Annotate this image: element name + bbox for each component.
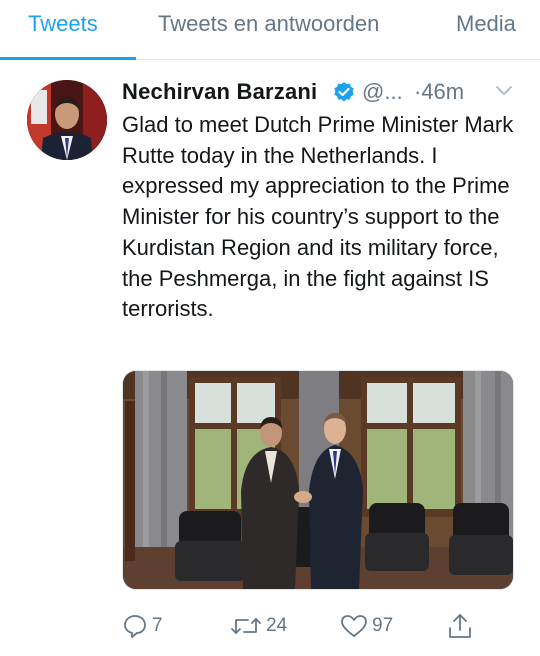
tab-media[interactable]: Media bbox=[456, 11, 516, 37]
chevron-down-icon[interactable] bbox=[495, 84, 513, 98]
tweet-header: Nechirvan Barzani @... ·46m bbox=[122, 78, 522, 108]
tab-tweets-and-replies[interactable]: Tweets en antwoorden bbox=[158, 11, 379, 37]
avatar-image bbox=[27, 80, 107, 160]
retweet-button[interactable]: 24 bbox=[230, 612, 287, 640]
profile-tabs: Tweets Tweets en antwoorden Media bbox=[0, 0, 540, 60]
like-count: 97 bbox=[372, 615, 394, 636]
retweet-icon bbox=[231, 618, 261, 634]
retweet-count: 24 bbox=[266, 615, 288, 636]
share-button[interactable] bbox=[446, 612, 474, 640]
author-name[interactable]: Nechirvan Barzani bbox=[122, 78, 317, 106]
avatar[interactable] bbox=[27, 80, 107, 160]
tab-tweets[interactable]: Tweets bbox=[28, 11, 98, 37]
share-icon bbox=[449, 614, 471, 638]
tweet-timestamp[interactable]: ·46m bbox=[414, 78, 464, 106]
reply-count: 7 bbox=[152, 615, 163, 636]
verified-badge-icon bbox=[334, 82, 354, 102]
tweet-text: Glad to meet Dutch Prime Minister Mark R… bbox=[122, 112, 514, 322]
like-icon bbox=[341, 615, 367, 637]
reply-icon bbox=[124, 615, 146, 638]
reply-button[interactable]: 7 bbox=[122, 612, 163, 640]
active-tab-indicator bbox=[0, 57, 136, 60]
author-handle[interactable]: @... bbox=[362, 78, 403, 106]
photo-image bbox=[123, 371, 513, 589]
tweet-photo[interactable] bbox=[122, 370, 514, 590]
like-button[interactable]: 97 bbox=[340, 612, 393, 640]
tweet-actions: 7 24 97 bbox=[122, 612, 522, 642]
